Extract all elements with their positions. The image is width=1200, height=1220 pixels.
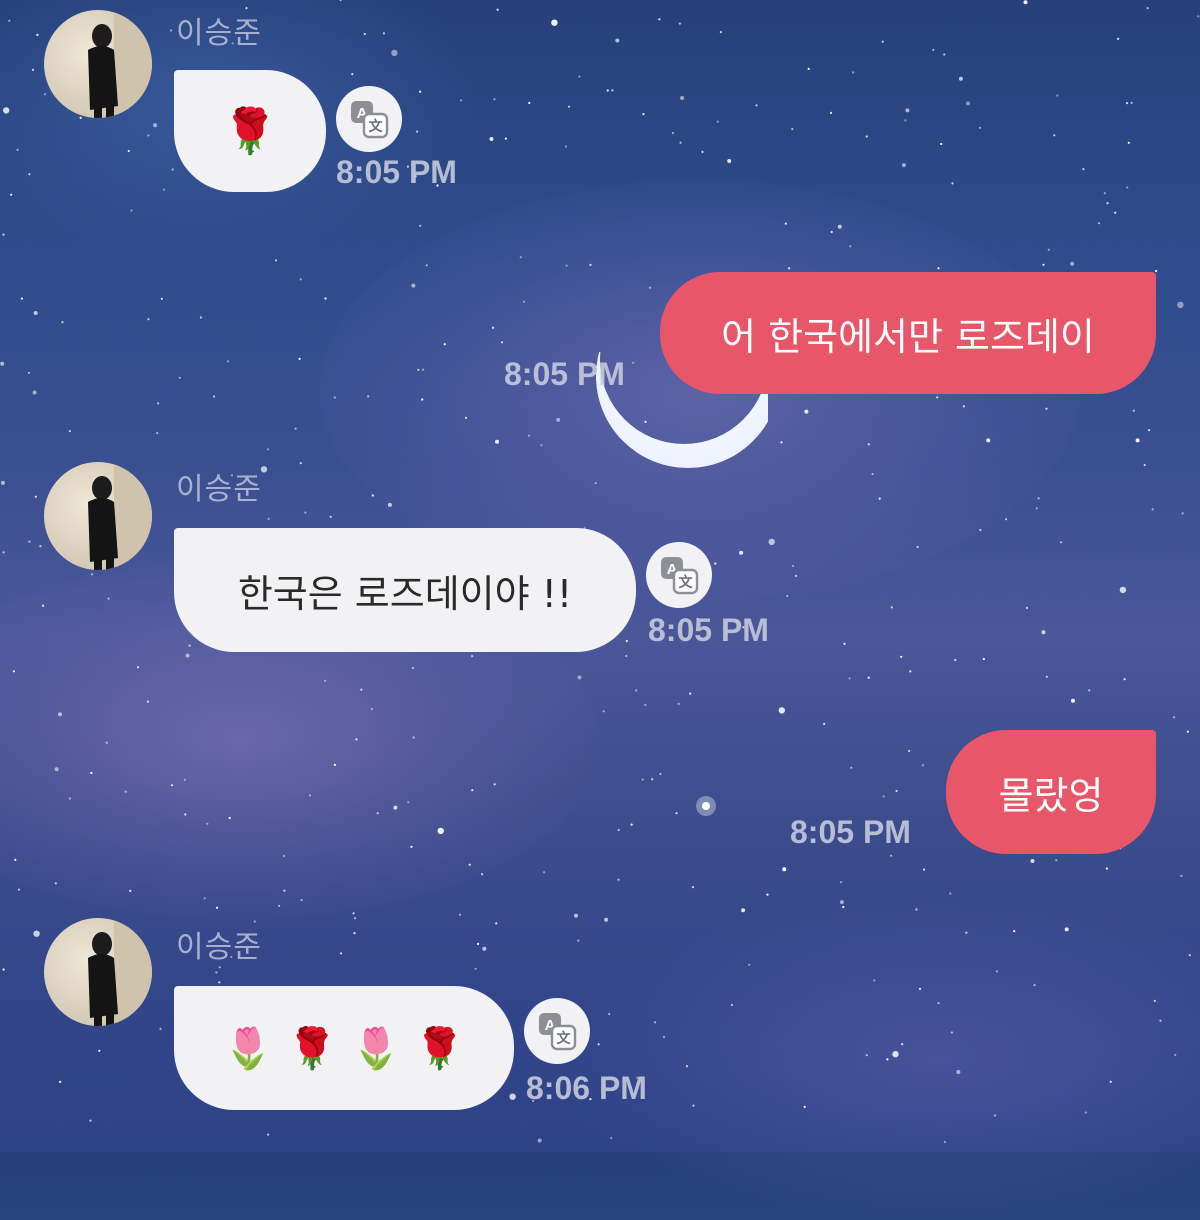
avatar[interactable] (44, 918, 152, 1026)
message-timestamp: 8:06 PM (526, 1070, 647, 1106)
message-bubble-incoming[interactable]: 🌷 🌹 🌷 🌹 (174, 986, 514, 1110)
translate-icon: A 文 (539, 1013, 577, 1051)
tulip-emoji: 🌷 (223, 1025, 274, 1072)
tulip-emoji: 🌷 (351, 1025, 401, 1072)
rose-emoji: 🌹 (414, 1025, 465, 1072)
sender-name: 이승준 (176, 930, 262, 965)
person-photo-icon (88, 918, 152, 1026)
svg-text:文: 文 (557, 1030, 572, 1047)
translate-button[interactable]: A 文 (524, 998, 590, 1064)
message-row-5: 이승준 🌷 🌹 🌷 🌹 A 文 8:06 PM (0, 0, 1200, 1152)
rose-emoji: 🌹 (287, 1025, 337, 1072)
